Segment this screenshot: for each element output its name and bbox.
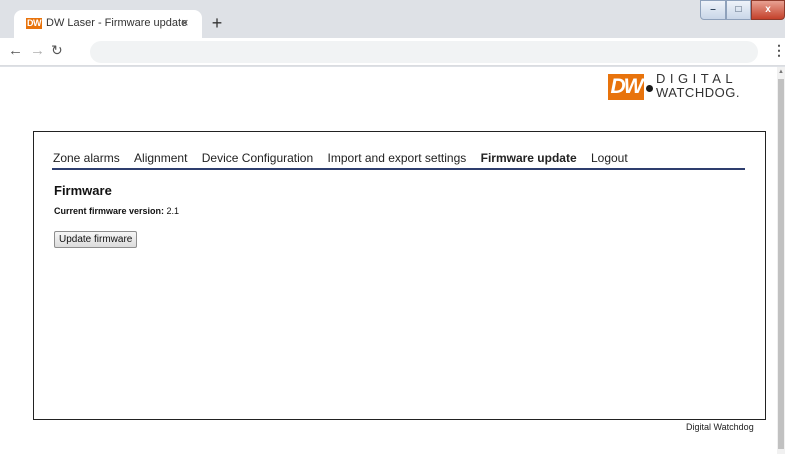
new-tab-button[interactable]: + [207,14,227,34]
forward-arrow-icon[interactable]: → [30,42,45,59]
firmware-version-line: Current firmware version: 2.1 [54,206,179,216]
reload-icon[interactable]: ↻ [51,42,63,59]
tab-title: DW Laser - Firmware update [46,17,188,29]
scroll-thumb[interactable] [778,79,784,449]
browser-window: DW DW Laser - Firmware update × + – □ x … [0,0,785,454]
maximize-button[interactable]: □ [726,0,751,20]
menu-item-firmware-update[interactable]: Firmware update [481,151,577,165]
scroll-up-icon[interactable]: ▲ [778,69,784,75]
menu-item-alignment[interactable]: Alignment [134,151,187,165]
footer-text: Digital Watchdog [686,422,754,432]
menu-item-zone-alarms[interactable]: Zone alarms [53,151,120,165]
vertical-scrollbar[interactable]: ▲ [777,67,785,454]
close-window-button[interactable]: x [751,0,785,20]
firmware-version-value: 2.1 [166,206,180,216]
minimize-button[interactable]: – [700,0,726,20]
tab-close-icon[interactable]: × [181,15,189,30]
back-arrow-icon[interactable]: ← [8,42,23,59]
browser-toolbar: ← → ↻ ⋮ [0,38,785,66]
logo-text-line1: DIGITAL [656,71,738,86]
main-menu: Zone alarms Alignment Device Configurati… [53,151,639,165]
content-panel: Zone alarms Alignment Device Configurati… [33,131,766,420]
logo-mark: DW [608,74,644,100]
address-bar[interactable] [90,41,758,63]
menu-item-logout[interactable]: Logout [591,151,628,165]
maximize-icon: □ [735,4,742,15]
firmware-version-label: Current firmware version: [54,206,165,216]
menu-item-import-export-settings[interactable]: Import and export settings [328,151,467,165]
title-bar: DW DW Laser - Firmware update × + – □ x [0,0,785,38]
minimize-icon: – [710,4,716,15]
logo-text-line2: WATCHDOG. [656,85,740,100]
section-title: Firmware [54,183,112,198]
page-viewport: DW DIGITAL WATCHDOG. Zone alarms Alignme… [0,67,777,454]
update-firmware-button[interactable]: Update firmware [54,231,138,248]
menu-divider [52,168,745,170]
browser-menu-icon[interactable]: ⋮ [772,42,785,59]
favicon-icon: DW [26,18,42,29]
close-icon: x [765,4,771,15]
tab-active[interactable]: DW DW Laser - Firmware update × [14,10,202,38]
logo-dot [646,85,653,92]
menu-item-device-configuration[interactable]: Device Configuration [202,151,313,165]
